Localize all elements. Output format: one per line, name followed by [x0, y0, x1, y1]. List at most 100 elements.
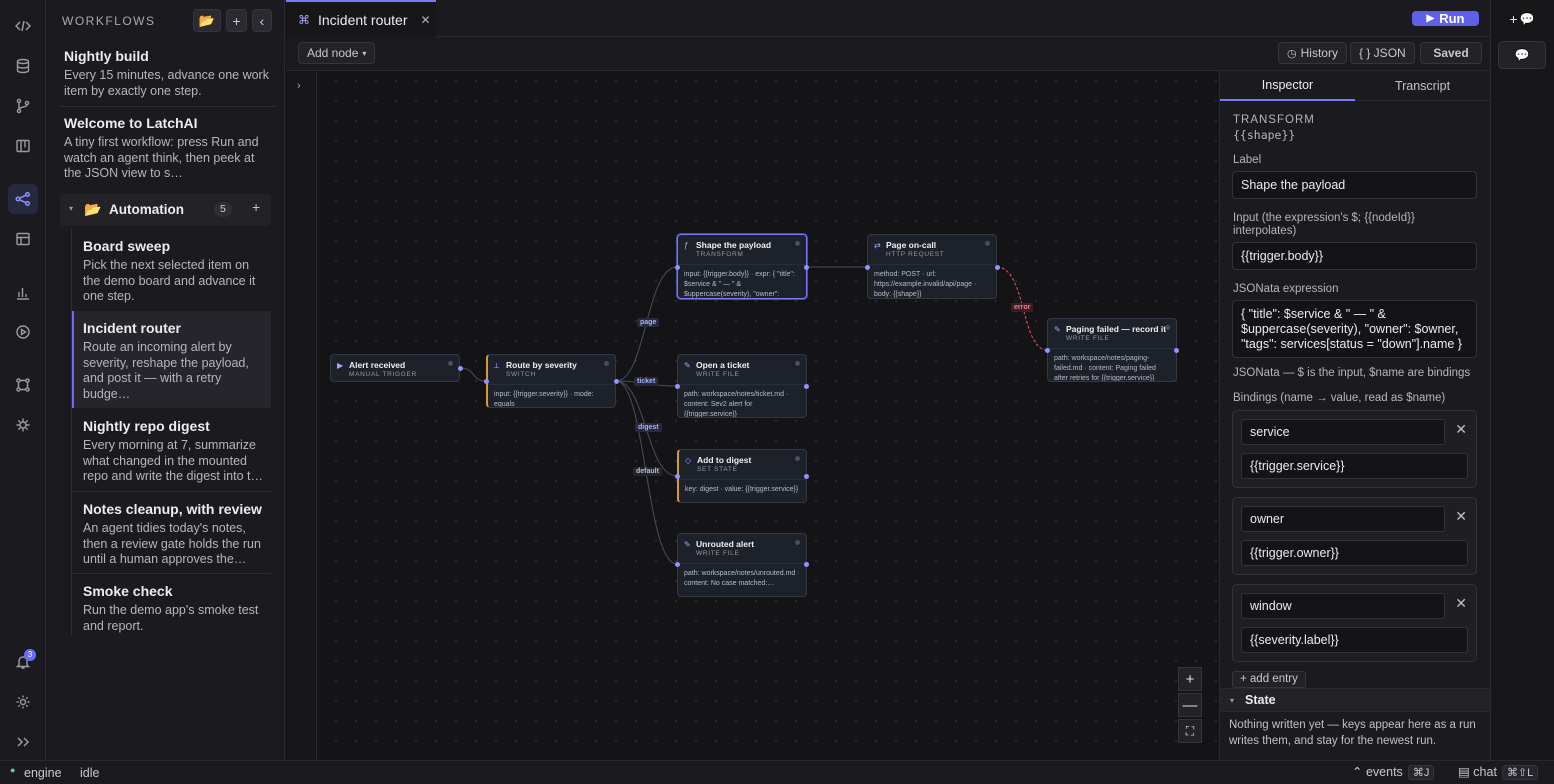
zoom-in-button[interactable]: + — [1178, 667, 1202, 691]
node-add-to-digest[interactable]: ◇ Add to digest SET STATE key: digest · … — [677, 449, 807, 503]
nodes-icon[interactable] — [8, 370, 38, 400]
node-title: Shape the payload — [696, 240, 772, 250]
board-icon[interactable] — [8, 131, 38, 161]
binding-value-input[interactable]: {{severity.label}} — [1241, 627, 1468, 653]
node-alert-received[interactable]: ▶ Alert received MANUAL TRIGGER — [330, 354, 460, 382]
output-port[interactable] — [804, 562, 809, 567]
state-section-header[interactable]: ▾ State — [1220, 688, 1490, 712]
command-icon: ⌘ — [298, 12, 310, 27]
expand-icon[interactable] — [8, 727, 38, 757]
status-dot — [795, 456, 800, 461]
input-port[interactable] — [675, 474, 680, 479]
run-button[interactable]: ▶ Run — [1412, 11, 1479, 26]
node-page-on-call[interactable]: ⇄ Page on-call HTTP REQUEST method: POST… — [867, 234, 997, 299]
status-dot — [795, 241, 800, 246]
settings-icon[interactable] — [8, 687, 38, 717]
tab-bar: ⌘ Incident router ✕ ▶ Run — [286, 0, 1490, 37]
plugin-icon[interactable] — [8, 410, 38, 440]
binding-name-input[interactable]: owner — [1241, 506, 1445, 532]
close-icon[interactable]: ✕ — [421, 13, 431, 27]
input-port[interactable] — [484, 379, 489, 384]
input-port[interactable] — [675, 562, 680, 567]
remove-icon[interactable]: ✕ — [1455, 421, 1467, 438]
binding-name-input[interactable]: service — [1241, 419, 1445, 445]
input-port[interactable] — [1045, 348, 1050, 353]
history-button[interactable]: ◷ History — [1278, 42, 1347, 64]
code-icon[interactable] — [8, 11, 38, 41]
chevron-down-icon: ▾ — [362, 48, 367, 58]
node-paging-failed[interactable]: ✎ Paging failed — record it WRITE FILE p… — [1047, 318, 1177, 382]
node-title: Route by severity — [506, 360, 577, 370]
input-expression-field[interactable]: {{trigger.body}} — [1232, 242, 1477, 270]
workflow-desc: Run the demo app's smoke test and report… — [83, 603, 259, 633]
new-workflow-button[interactable]: + — [226, 9, 247, 32]
folder-automation[interactable]: ▾ 📂 Automation 5 + — [60, 194, 271, 226]
workflow-item-incident-router[interactable]: Incident router Route an incoming alert b… — [72, 311, 271, 408]
events-toggle[interactable]: ⌃ events ⌘J — [1352, 764, 1435, 780]
node-kind: HTTP REQUEST — [886, 251, 945, 258]
folder-add-icon[interactable]: + — [252, 199, 260, 215]
remove-icon[interactable]: ✕ — [1455, 508, 1467, 525]
clock-icon: ◷ — [1287, 47, 1297, 60]
bell-icon[interactable]: 3 — [8, 647, 38, 677]
add-entry-button[interactable]: + add entry — [1232, 671, 1306, 688]
binding-value-input[interactable]: {{trigger.owner}} — [1241, 540, 1468, 566]
chat-toggle[interactable]: ▤ chat ⌘⇧L — [1458, 764, 1539, 780]
output-port[interactable] — [614, 379, 619, 384]
input-port[interactable] — [675, 265, 680, 270]
git-branch-icon[interactable] — [8, 91, 38, 121]
play-circle-icon[interactable] — [8, 317, 38, 347]
node-open-a-ticket[interactable]: ✎ Open a ticket WRITE FILE path: workspa… — [677, 354, 807, 418]
divider — [72, 573, 271, 574]
json-button[interactable]: { } JSON — [1350, 42, 1415, 64]
binding-value-input[interactable]: {{trigger.service}} — [1241, 453, 1468, 479]
collapse-sidebar-button[interactable]: ‹ — [252, 9, 272, 32]
label-input[interactable]: Shape the payload — [1232, 171, 1477, 199]
output-port[interactable] — [804, 474, 809, 479]
node-route-by-severity[interactable]: ⟂ Route by severity SWITCH input: {{trig… — [486, 354, 616, 408]
output-port[interactable] — [804, 265, 809, 270]
chart-icon[interactable] — [8, 278, 38, 308]
output-port[interactable] — [1174, 348, 1179, 353]
add-node-button[interactable]: Add node ▾ — [298, 42, 376, 64]
status-dot — [448, 361, 453, 366]
chevron-left-icon: ‹ — [259, 12, 265, 29]
chat-button[interactable]: 💬 — [1498, 41, 1546, 69]
new-chat-button[interactable]: + 💬 — [1498, 6, 1546, 32]
tab-inspector[interactable]: Inspector — [1220, 71, 1355, 101]
database-icon[interactable] — [8, 51, 38, 81]
remove-icon[interactable]: ✕ — [1455, 595, 1467, 612]
tab-incident-router[interactable]: ⌘ Incident router ✕ — [286, 0, 436, 37]
workflow-item-smoke-check[interactable]: Smoke check Run the demo app's smoke test… — [72, 575, 271, 635]
workflows-icon[interactable] — [8, 184, 38, 214]
zoom-out-button[interactable]: — — [1178, 693, 1202, 717]
workflow-item-nightly-repo-digest[interactable]: Nightly repo digest Every morning at 7, s… — [72, 410, 271, 492]
output-port[interactable] — [458, 366, 463, 371]
tab-transcript[interactable]: Transcript — [1355, 71, 1490, 101]
binding-name-input[interactable]: window — [1241, 593, 1445, 619]
workflow-title: Board sweep — [83, 238, 171, 254]
input-port[interactable] — [865, 265, 870, 270]
workflow-canvas[interactable]: › page ticket digest default error ▶ Ale… — [286, 71, 1219, 760]
layout-icon[interactable] — [8, 224, 38, 254]
expression-textarea[interactable]: { "title": $service & " — " & $uppercase… — [1232, 300, 1477, 358]
workflow-item-nightly-build[interactable]: Nightly build Every 15 minutes, advance … — [64, 48, 274, 99]
input-port[interactable] — [675, 384, 680, 389]
fit-view-button[interactable]: ⛶ — [1178, 719, 1202, 743]
node-unrouted-alert[interactable]: ✎ Unrouted alert WRITE FILE path: worksp… — [677, 533, 807, 597]
binding-entry: owner ✕ {{trigger.owner}} — [1232, 497, 1477, 575]
workflow-item-notes-cleanup[interactable]: Notes cleanup, with review An agent tidie… — [72, 493, 271, 573]
events-label: events — [1365, 765, 1403, 779]
state-empty-text: Nothing written yet — keys appear here a… — [1229, 719, 1476, 747]
saved-indicator: Saved — [1420, 42, 1482, 64]
chat-label: chat — [1473, 765, 1497, 779]
workflow-title: Nightly repo digest — [83, 418, 210, 434]
plus-icon: + — [1509, 11, 1518, 27]
folder-button[interactable]: 📂 — [193, 9, 221, 32]
output-port[interactable] — [804, 384, 809, 389]
node-shape-the-payload[interactable]: ƒ Shape the payload TRANSFORM input: {{t… — [677, 234, 807, 299]
workflow-item-board-sweep[interactable]: Board sweep Pick the next selected item o… — [72, 230, 271, 310]
workflow-item-welcome[interactable]: Welcome to LatchAI A tiny first workflow… — [64, 115, 274, 182]
output-port[interactable] — [995, 265, 1000, 270]
node-body: key: digest · value: {{trigger.service}} — [679, 479, 806, 495]
